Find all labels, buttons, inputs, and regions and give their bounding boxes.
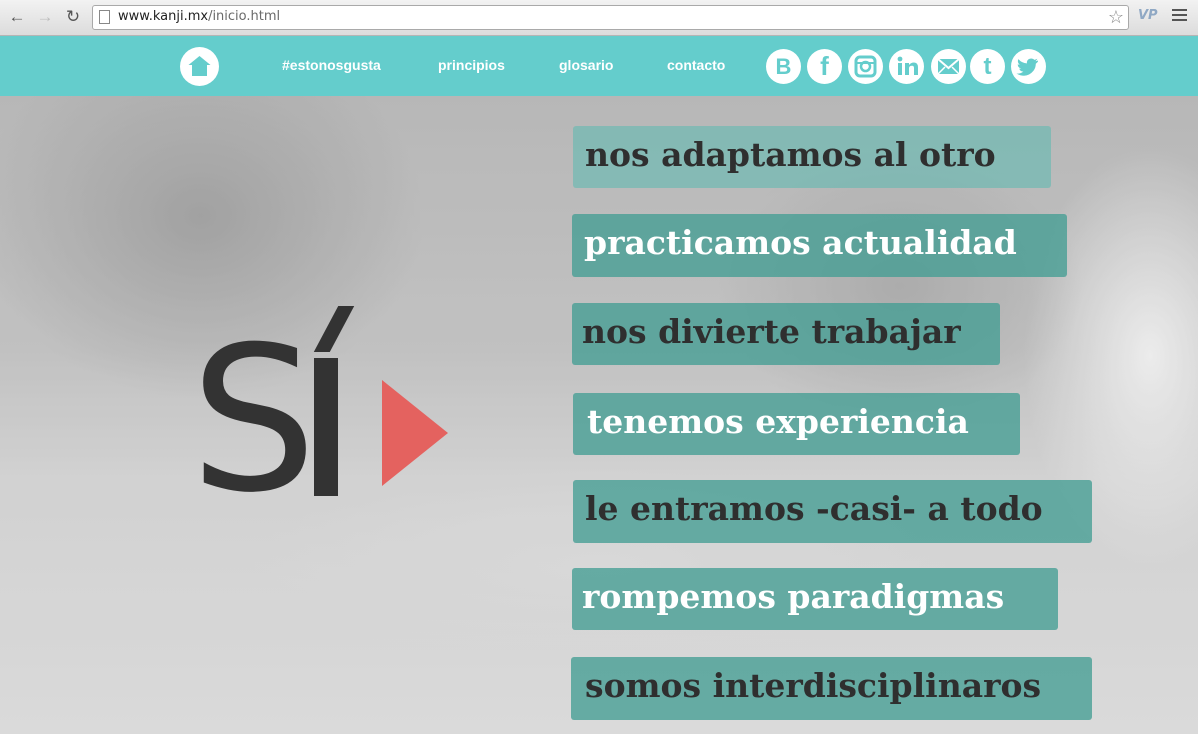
tagline-text: practicamos actualidad [584,223,1017,262]
email-button[interactable] [931,49,966,84]
address-bar[interactable]: www.kanji.mx/inicio.html ☆ [92,5,1129,30]
si-logo: S [190,296,460,537]
logo-letter-i [314,358,338,496]
back-button[interactable]: ← [6,6,28,28]
instagram-icon [854,55,877,78]
tagline-text: somos interdisciplinaros [585,666,1042,705]
logo-letter-s: S [190,304,317,537]
tagline-text: rompemos paradigmas [582,577,1005,616]
instagram-button[interactable] [848,49,883,84]
logo-accent-mark [313,306,355,352]
blogger-button[interactable]: B [766,49,801,84]
email-icon [937,58,960,75]
nav-link-principios[interactable]: principios [438,57,505,73]
nav-link-estonosgusta[interactable]: #estonosgusta [282,57,381,73]
tagline-text: nos divierte trabajar [582,312,961,351]
tagline-box: nos divierte trabajar [572,303,1000,365]
facebook-icon: f [820,51,829,81]
tagline-box: rompemos paradigmas [572,568,1058,630]
tumblr-icon: t [983,53,992,80]
linkedin-button[interactable] [889,49,924,84]
tumblr-button[interactable]: t [970,49,1005,84]
blogger-icon: B [775,54,792,79]
page-icon [99,10,110,24]
tagline-box: practicamos actualidad [572,214,1067,277]
forward-button[interactable]: → [34,6,56,28]
hero-background: S nos adaptamos al otro practicamos actu… [0,96,1198,734]
facebook-button[interactable]: f [807,49,842,84]
tagline-text: tenemos experiencia [587,402,969,441]
bookmark-star-icon[interactable]: ☆ [1108,6,1124,28]
logo-play-icon [382,380,448,486]
nav-link-contacto[interactable]: contacto [667,57,725,73]
tagline-text: le entramos -casi- a todo [585,489,1043,528]
tagline-box: nos adaptamos al otro [573,126,1051,188]
twitter-icon [1016,58,1038,76]
extension-icon[interactable]: VP [1138,8,1158,23]
menu-icon[interactable] [1172,9,1187,23]
site-header: #estonosgusta principios glosario contac… [0,36,1198,96]
tagline-box: le entramos -casi- a todo [573,480,1092,543]
url-host: www.kanji.mx [118,9,209,24]
browser-toolbar: ← → ↻ www.kanji.mx/inicio.html ☆ VP [0,0,1198,36]
reload-button[interactable]: ↻ [62,6,84,28]
url-text[interactable]: www.kanji.mx/inicio.html [118,9,280,24]
twitter-button[interactable] [1011,49,1046,84]
home-button[interactable] [180,47,219,86]
tagline-box: tenemos experiencia [573,393,1020,455]
tagline-text: nos adaptamos al otro [585,135,996,174]
nav-link-glosario[interactable]: glosario [559,57,613,73]
home-icon [188,56,211,76]
linkedin-icon [897,56,918,75]
tagline-box: somos interdisciplinaros [571,657,1092,720]
url-path: /inicio.html [208,9,281,24]
